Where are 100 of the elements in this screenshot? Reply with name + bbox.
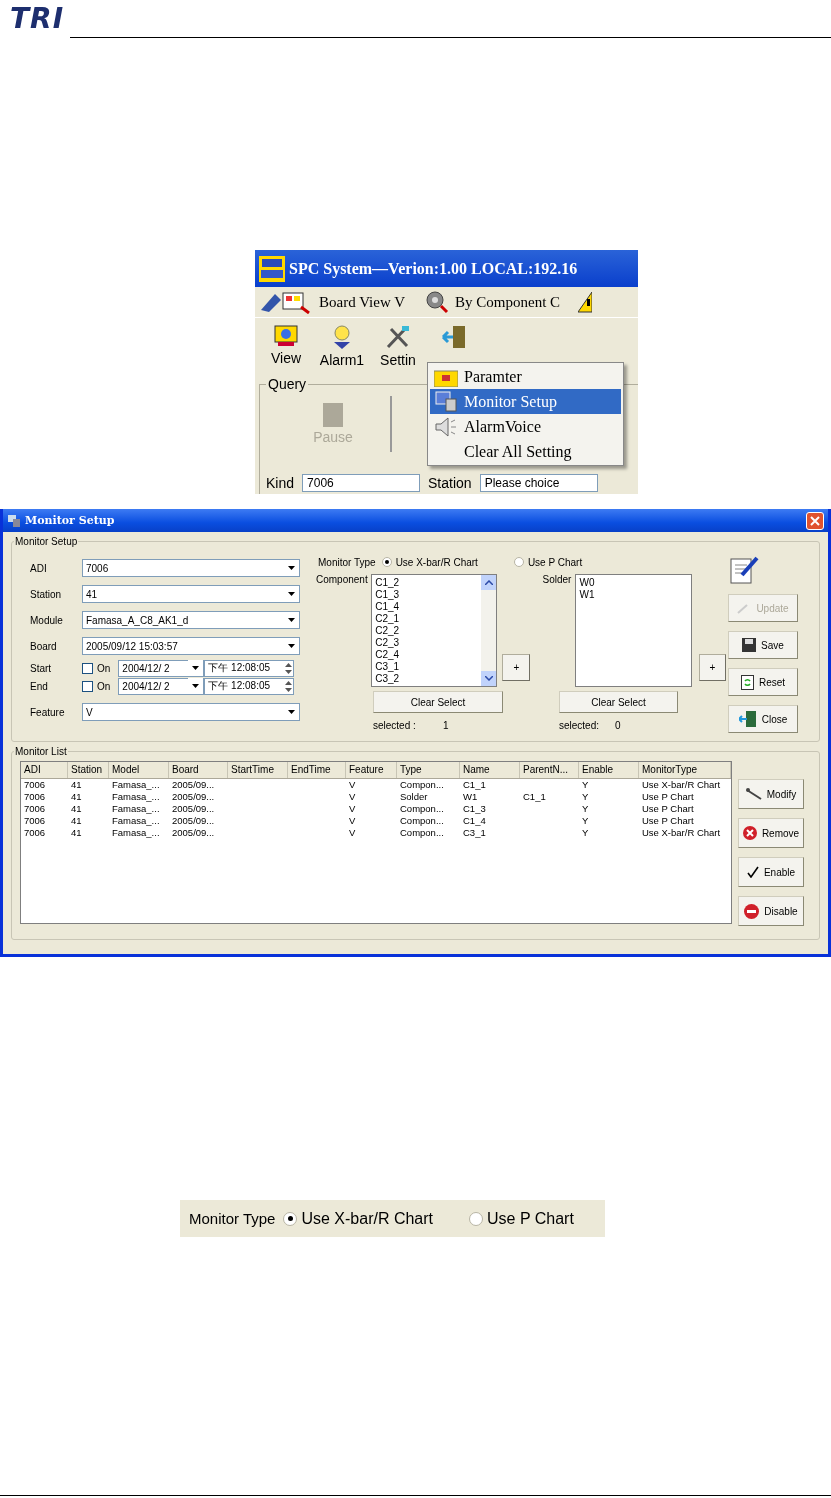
radio-button[interactable]: Use P Chart — [469, 1209, 574, 1228]
table-cell-text: 41 — [70, 815, 83, 827]
toolbar-button[interactable]: View — [263, 324, 309, 366]
checkbox[interactable] — [82, 662, 93, 674]
combo-box[interactable]: V — [82, 703, 300, 721]
time-spinner[interactable]: 下午 12:08:05 — [204, 677, 295, 695]
action-button[interactable]: Close — [728, 705, 798, 733]
combo-box[interactable]: 2005/09/12 15:03:57 — [82, 637, 300, 655]
close-button[interactable] — [806, 511, 824, 530]
column-header[interactable]: Feature — [346, 762, 397, 778]
action-button[interactable]: Enable — [738, 857, 804, 887]
clear-select-button[interactable]: Clear Select — [373, 691, 503, 713]
group-title: Monitor List — [14, 746, 68, 757]
app-icon — [7, 513, 21, 528]
action-button[interactable]: Save — [728, 631, 798, 659]
table-cell-text: V — [348, 803, 357, 815]
radio-button[interactable]: Use X-bar/R Chart — [381, 556, 478, 568]
table-cell-text: 7006 — [23, 779, 47, 791]
toolbar-button[interactable]: Settin — [375, 324, 421, 368]
add-button[interactable]: + — [698, 654, 726, 681]
table-cell-text: Use X-bar/R Chart — [641, 779, 722, 791]
column-header[interactable]: Type — [397, 762, 460, 778]
table-cell-text: C1_1 — [462, 779, 487, 791]
spinner-arrows-icon — [284, 661, 294, 675]
table-cell-text: Solder — [399, 791, 429, 803]
list-item[interactable]: C1_3 — [375, 589, 479, 601]
column-header[interactable]: EndTime — [288, 762, 346, 778]
dropdown-arrow-icon — [288, 710, 295, 714]
radio-button[interactable]: Use X-bar/R Chart — [283, 1209, 434, 1228]
column-header[interactable]: ParentN... — [520, 762, 579, 778]
table-cell-text: 2005/09... — [171, 815, 216, 827]
list-item[interactable]: C2_4 — [375, 649, 479, 661]
spinner-arrows-icon — [284, 679, 294, 693]
column-header[interactable]: StartTime — [228, 762, 288, 778]
combo-box[interactable]: 41 — [82, 585, 300, 603]
action-button[interactable]: Reset — [728, 668, 798, 696]
table-cell-text: 2005/09... — [171, 791, 216, 803]
clear-select-button[interactable]: Clear Select — [559, 691, 678, 713]
scroll-down-icon[interactable] — [484, 676, 493, 681]
date-picker[interactable]: 2004/12/ 2 — [118, 677, 205, 695]
column-header[interactable]: Station — [68, 762, 109, 778]
menu-item[interactable]: Clear All Setting — [430, 439, 621, 464]
table-cell-text: V — [348, 779, 357, 791]
list-item[interactable]: C3_2 — [375, 673, 479, 685]
dropdown-arrow-icon — [288, 566, 295, 570]
column-header[interactable]: ADI — [21, 762, 68, 778]
combo-box[interactable]: 7006 — [82, 559, 300, 577]
list-item[interactable]: C2_1 — [375, 613, 479, 625]
column-header[interactable]: Model — [109, 762, 169, 778]
scroll-up-icon[interactable] — [484, 580, 493, 585]
table-cell-text: 2005/09... — [171, 827, 216, 839]
field-label: ADI — [30, 562, 48, 574]
list-item[interactable]: C2_2 — [375, 625, 479, 637]
list-item[interactable]: C1_2 — [375, 577, 479, 589]
action-button[interactable]: Modify — [738, 779, 804, 809]
table-cell-text: Compon... — [399, 779, 445, 791]
list-item[interactable]: C3_1 — [375, 661, 479, 673]
radio-button[interactable]: Use P Chart — [513, 556, 583, 568]
table-cell-text: Use P Chart — [641, 791, 695, 803]
field-label: Board — [30, 640, 58, 652]
action-button[interactable]: Disable — [738, 896, 804, 926]
combo-box[interactable]: Famasa_A_C8_AK1_d — [82, 611, 300, 629]
column-header[interactable]: Board — [169, 762, 228, 778]
table-cell-text: 41 — [70, 779, 83, 791]
table-cell-text: Compon... — [399, 803, 445, 815]
list-item[interactable]: W1 — [579, 589, 688, 601]
table-cell-text: 41 — [70, 803, 83, 815]
table-cell-text: 2005/09... — [171, 779, 216, 791]
list-box[interactable]: W0 W1 — [575, 574, 692, 687]
toolbar-button[interactable]: Alarm1 — [319, 324, 365, 368]
selected-count: 1 — [443, 719, 450, 731]
add-button[interactable]: + — [502, 654, 531, 681]
table-cell-text: 2005/09... — [171, 803, 216, 815]
menu-item[interactable]: By Component C — [455, 293, 561, 311]
list-item[interactable]: C1_4 — [375, 601, 479, 613]
menu-item[interactable]: Paramter — [430, 364, 621, 389]
date-picker[interactable]: 2004/12/ 2 — [118, 659, 205, 677]
menu-item[interactable]: Monitor Setup — [430, 389, 621, 414]
column-header[interactable]: Enable — [579, 762, 639, 778]
close-icon — [810, 515, 820, 526]
table-cell-text: Use X-bar/R Chart — [641, 827, 722, 839]
warning-icon — [578, 291, 593, 313]
column-header[interactable]: Name — [460, 762, 520, 778]
kind-field[interactable]: 7006 — [302, 474, 421, 492]
menu-item[interactable]: AlarmVoice — [430, 414, 621, 439]
station-field[interactable]: Please choice — [479, 474, 598, 492]
field-label: Monitor Type — [318, 556, 376, 568]
checkbox[interactable] — [82, 680, 93, 692]
list-item[interactable]: C2_3 — [375, 637, 479, 649]
menu-item[interactable]: Board View V — [319, 293, 406, 311]
column-header[interactable]: MonitorType — [639, 762, 731, 778]
time-spinner[interactable]: 下午 12:08:05 — [204, 659, 295, 677]
list-item[interactable]: W0 — [579, 577, 688, 589]
table-cell-text: Y — [581, 803, 590, 815]
action-button[interactable]: Remove — [738, 818, 804, 848]
table-cell-text: V — [348, 791, 357, 803]
dropdown-arrow-icon — [192, 684, 200, 688]
list-box[interactable]: C1_2 C1_3 C1_4 C2_1 C2_2 C2_3 C2_4 C3_1 C3_2 — [371, 574, 498, 687]
table-cell-text: Famasa_... — [111, 779, 161, 791]
table-cell-text: Y — [581, 827, 590, 839]
